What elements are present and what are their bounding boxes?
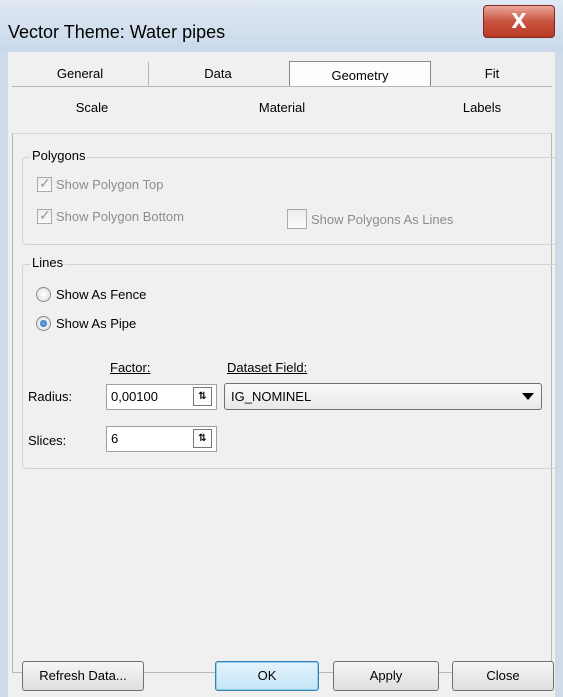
show-as-fence-label: Show As Fence [56, 287, 147, 302]
factor-header: Factor: [110, 360, 151, 375]
slices-spin-button[interactable]: ⇅ [193, 429, 212, 448]
refresh-data-button[interactable]: Refresh Data... [22, 661, 144, 691]
tab-divider [12, 86, 552, 87]
check-mark-icon: ✓ [39, 175, 51, 191]
radius-label: Radius: [28, 389, 73, 404]
checkbox-icon [287, 209, 307, 229]
radio-selected-icon [36, 316, 51, 331]
tab-fit[interactable]: Fit [432, 62, 552, 87]
show-polygons-as-lines-label: Show Polygons As Lines [311, 211, 454, 227]
show-as-pipe-label: Show As Pipe [56, 316, 137, 331]
window-close-button[interactable]: X [483, 5, 555, 38]
show-polygon-bottom-checkbox[interactable]: ✓ Show Polygon Bottom [37, 207, 184, 224]
tab-data[interactable]: Data [149, 62, 287, 87]
checkbox-icon: ✓ [37, 207, 52, 224]
radius-dataset-field-select[interactable]: IG_NOMINEL [224, 383, 542, 410]
lines-group-label: Lines [30, 255, 66, 270]
radius-dataset-field-value: IG_NOMINEL [231, 389, 312, 404]
tab-row-2: Scale Material Labels [12, 100, 552, 122]
title-bar: Vector Theme: Water pipes X [0, 0, 563, 53]
close-button[interactable]: Close [452, 661, 554, 691]
ok-button[interactable]: OK [215, 661, 319, 691]
tab-general[interactable]: General [12, 62, 149, 87]
tab-scale[interactable]: Scale [32, 100, 152, 115]
tab-geometry[interactable]: Geometry [289, 61, 431, 86]
radius-spin-button[interactable]: ⇅ [193, 387, 212, 406]
polygons-group [22, 157, 558, 245]
slices-label: Slices: [28, 433, 67, 448]
show-as-fence-radio[interactable]: Show As Fence [36, 287, 146, 302]
radius-factor-value: 0,00100 [111, 389, 158, 404]
show-polygons-as-lines-checkbox[interactable]: Show Polygons As Lines [287, 209, 453, 229]
slices-value: 6 [111, 431, 119, 446]
tab-row-1: General Data Geometry Fit [12, 61, 552, 87]
radio-icon [36, 287, 51, 302]
checkbox-icon: ✓ [37, 175, 52, 192]
show-polygon-bottom-label: Show Polygon Bottom [56, 209, 184, 224]
dataset-field-header: Dataset Field: [227, 360, 308, 375]
tab-labels[interactable]: Labels [422, 100, 542, 115]
show-as-pipe-radio[interactable]: Show As Pipe [36, 316, 136, 331]
dropdown-arrow-icon [522, 393, 534, 400]
polygons-group-label: Polygons [30, 148, 88, 163]
window-title: Vector Theme: Water pipes [8, 22, 226, 42]
apply-button[interactable]: Apply [333, 661, 439, 691]
check-mark-icon: ✓ [39, 207, 51, 223]
show-polygon-top-label: Show Polygon Top [56, 177, 164, 192]
tab-material[interactable]: Material [222, 100, 342, 115]
show-polygon-top-checkbox[interactable]: ✓ Show Polygon Top [37, 175, 164, 192]
